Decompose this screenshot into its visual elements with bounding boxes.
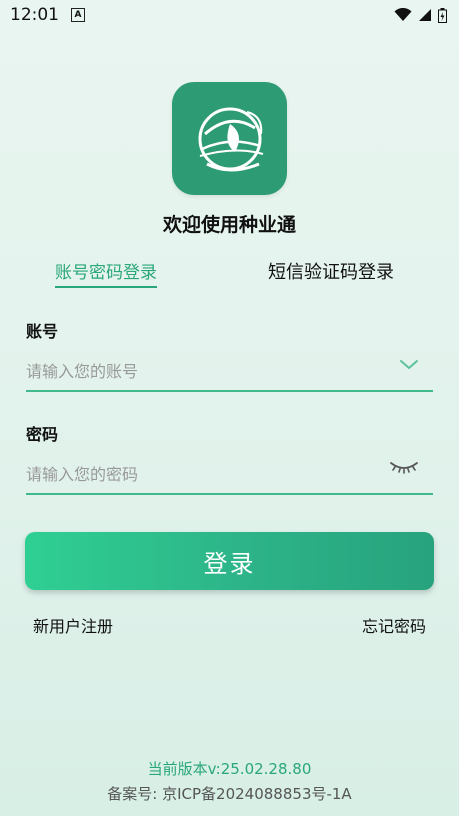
battery-icon xyxy=(438,7,447,23)
status-bar: 12:01 A xyxy=(0,0,459,30)
account-field xyxy=(26,350,433,392)
account-input[interactable] xyxy=(26,356,386,386)
forgot-password-link[interactable]: 忘记密码 xyxy=(362,613,426,637)
password-field xyxy=(26,453,433,495)
seed-logo-icon xyxy=(198,107,263,171)
record-number: 备案号: 京ICP备2024088853号-1A xyxy=(107,785,352,803)
tab-password-login-label: 账号密码登录 xyxy=(55,263,157,283)
tab-password-login[interactable]: 账号密码登录 xyxy=(55,258,157,288)
login-button[interactable]: 登录 xyxy=(25,532,434,590)
chevron-down-icon xyxy=(400,360,418,369)
tab-active-underline xyxy=(55,286,157,288)
password-visibility-toggle[interactable] xyxy=(389,459,419,479)
version-text: 当前版本v:25.02.28.80 xyxy=(147,760,312,778)
eye-closed-icon xyxy=(390,462,418,474)
account-label: 账号 xyxy=(26,322,59,341)
password-input[interactable] xyxy=(26,459,386,489)
status-left: 12:01 A xyxy=(10,5,85,25)
wifi-icon xyxy=(394,8,412,21)
account-dropdown[interactable] xyxy=(399,356,419,375)
app-logo xyxy=(172,82,287,195)
status-time: 12:01 xyxy=(10,5,59,25)
password-label: 密码 xyxy=(26,425,59,444)
a-icon: A xyxy=(71,8,85,22)
app-title: 欢迎使用种业通 xyxy=(162,214,296,236)
tab-sms-login-label: 短信验证码登录 xyxy=(268,262,394,283)
signal-icon xyxy=(419,9,431,21)
status-right xyxy=(394,7,447,23)
register-link[interactable]: 新用户注册 xyxy=(33,613,113,637)
tab-sms-login[interactable]: 短信验证码登录 xyxy=(268,258,394,284)
